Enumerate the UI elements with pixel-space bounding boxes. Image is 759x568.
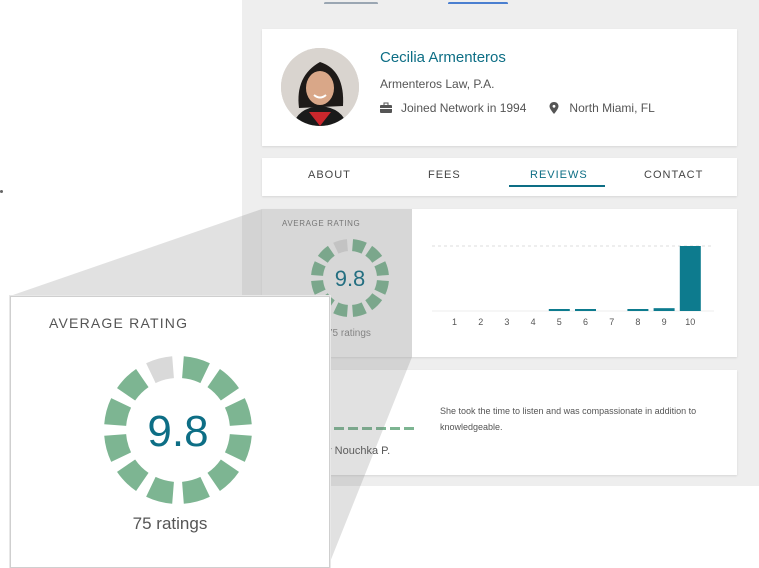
lawyer-name[interactable]: Cecilia Armenteros <box>380 49 506 66</box>
histogram-tick-label: 10 <box>685 317 695 327</box>
review-text: She took the time to listen and was comp… <box>440 406 697 432</box>
histogram-tick-label: 3 <box>504 317 509 327</box>
review-rating-bar <box>320 427 414 430</box>
review-author: by Nouchka P. <box>320 445 391 457</box>
ring-segment <box>374 261 389 276</box>
profile-meta: Joined Network in 1994 North Miami, FL <box>380 101 655 115</box>
avatar <box>281 48 359 126</box>
ring-segment <box>207 459 239 491</box>
zoom-ratings-count: 75 ratings <box>132 514 208 533</box>
ring-segment <box>374 280 389 295</box>
ring-segment <box>224 434 252 462</box>
ring-segment <box>333 302 348 317</box>
zoom-rating-ring: 9.8 <box>104 356 252 504</box>
ring-segment <box>117 369 149 401</box>
joined-text: Joined Network in 1994 <box>401 101 527 115</box>
ring-segment <box>317 245 335 263</box>
active-tab-indicator <box>509 185 605 187</box>
ring-segment <box>146 356 174 384</box>
stray-dot <box>0 190 3 193</box>
histogram-bar <box>679 246 701 311</box>
ring-segment <box>224 398 252 426</box>
cropped-top-link <box>262 0 522 4</box>
ring-segment <box>117 459 149 491</box>
ring-segment <box>365 293 383 311</box>
histogram-tick-label: 7 <box>609 317 614 327</box>
ring-segment <box>146 476 174 504</box>
ring-segment <box>352 239 367 254</box>
histogram-bar <box>548 309 570 311</box>
tab-reviews[interactable]: REVIEWS <box>530 169 588 181</box>
ring-segment <box>311 261 326 276</box>
ring-segment <box>182 356 210 384</box>
profile-card: Cecilia Armenteros Armenteros Law, P.A. … <box>262 29 737 146</box>
histogram-tick-label: 5 <box>557 317 562 327</box>
rating-score: 9.8 <box>335 266 366 291</box>
histogram-bar <box>653 308 675 311</box>
ring-segment <box>207 369 239 401</box>
histogram-bar <box>575 309 596 311</box>
briefcase-icon <box>380 102 392 114</box>
ring-segment <box>311 280 326 295</box>
histogram-tick-label: 4 <box>531 317 536 327</box>
histogram-tick-label: 8 <box>635 317 640 327</box>
tab-about[interactable]: ABOUT <box>308 169 351 181</box>
histogram-tick-label: 2 <box>478 317 483 327</box>
histogram-bar <box>627 309 649 311</box>
zoom-average-rating-label: AVERAGE RATING <box>49 315 189 331</box>
map-pin-icon <box>548 102 560 114</box>
tab-fees[interactable]: FEES <box>428 169 461 181</box>
ring-segment <box>104 434 132 462</box>
ring-segment <box>365 245 383 263</box>
rating-score: 9.8 <box>147 407 208 456</box>
average-rating-label: AVERAGE RATING <box>282 219 361 228</box>
ring-segment <box>182 476 210 504</box>
rating-card: AVERAGE RATING 9.8 75 ratings 1234567891… <box>262 209 737 357</box>
location-text: North Miami, FL <box>569 101 655 115</box>
tab-contact[interactable]: CONTACT <box>644 169 703 181</box>
histogram-tick-label: 1 <box>452 317 457 327</box>
zoomed-rating-callout: AVERAGE RATING 9.8 75 ratings <box>10 296 330 568</box>
firm-name: Armenteros Law, P.A. <box>380 77 495 91</box>
profile-tabs: ABOUT FEES REVIEWS CONTACT <box>262 158 737 196</box>
ring-segment <box>352 302 367 317</box>
rating-histogram: 1 2 3 4 5 6 7 8 9 10 <box>432 245 714 327</box>
histogram-tick-label: 6 <box>583 317 588 327</box>
ratings-count: 75 ratings <box>327 328 371 339</box>
ring-segment <box>333 239 348 254</box>
ring-segment <box>104 398 132 426</box>
histogram-tick-label: 9 <box>662 317 667 327</box>
review-card: 18 by Nouchka P. She took the time to li… <box>262 370 737 475</box>
